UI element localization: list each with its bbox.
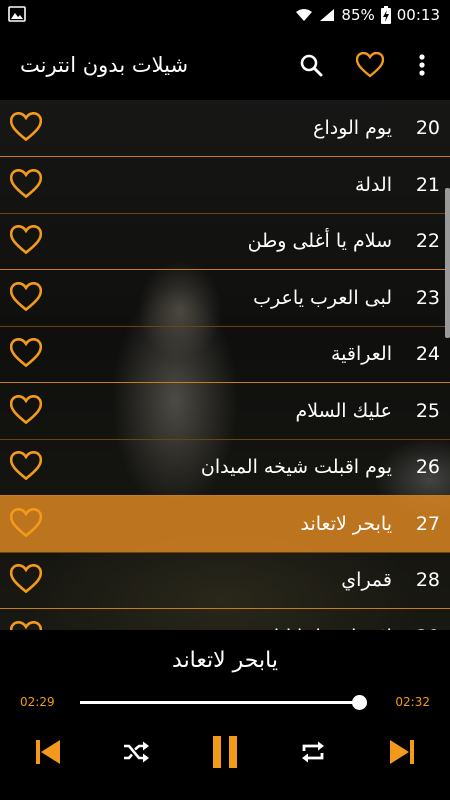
shuffle-icon[interactable] xyxy=(116,730,156,774)
favorite-heart-icon[interactable] xyxy=(9,111,43,144)
track-title: يوم اقبلت شيخه الميدان xyxy=(200,456,392,478)
track-number: 29 xyxy=(400,609,440,631)
track-row[interactable]: عليك السلام 25 xyxy=(0,382,450,440)
track-row[interactable]: سلام يا أغلى وطن 22 xyxy=(0,213,450,270)
track-row[interactable]: يابحر لاتعاند 27 xyxy=(0,495,450,553)
app-bar: شيلات بدون انترنت xyxy=(0,30,450,100)
track-number: 20 xyxy=(415,117,440,139)
track-row[interactable]: لاتقولون لحايلنا 29 xyxy=(0,608,450,631)
battery-percent: 85% xyxy=(341,6,375,24)
repeat-icon[interactable] xyxy=(293,730,333,774)
track-title: الدلة xyxy=(354,173,392,196)
player-panel: يابحر لاتعاند 02:29 02:32 xyxy=(0,630,450,800)
favorite-heart-icon[interactable] xyxy=(9,168,43,201)
now-playing-title: يابحر لاتعاند xyxy=(172,648,278,673)
track-title: عليك السلام xyxy=(295,399,392,422)
seek-bar[interactable] xyxy=(80,695,368,710)
favorite-heart-icon[interactable] xyxy=(9,394,43,427)
track-number: 26 xyxy=(415,456,440,478)
favorite-heart-icon[interactable] xyxy=(9,337,43,370)
favorite-heart-icon[interactable] xyxy=(9,507,43,540)
more-vert-icon[interactable] xyxy=(407,50,437,80)
track-title: قمراي xyxy=(341,569,392,591)
track-row[interactable]: يوم الوداع 20 xyxy=(0,100,450,157)
total-time: 02:32 xyxy=(395,695,430,709)
pause-icon[interactable] xyxy=(205,730,245,774)
signal-icon xyxy=(319,8,335,22)
favorite-heart-icon[interactable] xyxy=(9,281,43,314)
track-title: العراقية xyxy=(331,343,392,365)
track-number: 24 xyxy=(415,343,440,365)
track-row[interactable]: لبى العرب ياعرب 23 xyxy=(0,269,450,327)
status-bar: 85% 00:13 xyxy=(0,0,450,30)
track-row[interactable]: العراقية 24 xyxy=(0,326,450,383)
track-number: 23 xyxy=(415,286,440,309)
current-time: 02:29 xyxy=(20,695,55,709)
favorite-heart-icon[interactable] xyxy=(9,563,43,596)
favorite-heart-icon[interactable] xyxy=(9,620,43,630)
scrollbar-thumb[interactable] xyxy=(445,188,450,338)
track-title: يابحر لاتعاند xyxy=(300,512,393,535)
gallery-notification-icon xyxy=(8,6,26,26)
track-list[interactable]: يوم الوداع 20 الدلة 21 سلام يا أغلى وطن 22 لبى… xyxy=(0,100,450,630)
track-title: لاتقولون لحايلنا xyxy=(274,609,392,631)
track-row[interactable]: الدلة 21 xyxy=(0,156,450,214)
wifi-icon xyxy=(295,8,313,22)
track-title: سلام يا أغلى وطن xyxy=(247,230,392,252)
track-number: 28 xyxy=(415,569,440,591)
track-title: يوم الوداع xyxy=(313,117,392,139)
search-icon[interactable] xyxy=(296,50,326,80)
next-icon[interactable] xyxy=(382,730,422,774)
favorite-heart-icon[interactable] xyxy=(9,224,43,257)
track-number: 22 xyxy=(415,230,440,252)
seek-handle[interactable] xyxy=(352,695,368,710)
track-row[interactable]: قمراي 28 xyxy=(0,552,450,609)
battery-charging-icon xyxy=(380,6,391,24)
previous-icon[interactable] xyxy=(28,730,68,774)
seek-progress xyxy=(80,701,360,704)
track-title: لبى العرب ياعرب xyxy=(253,286,392,309)
favorite-heart-icon[interactable] xyxy=(9,450,43,483)
track-number: 25 xyxy=(415,399,440,422)
track-number: 21 xyxy=(415,173,440,196)
track-row[interactable]: يوم اقبلت شيخه الميدان 26 xyxy=(0,439,450,496)
favorites-heart-icon[interactable] xyxy=(355,50,385,80)
track-number: 27 xyxy=(415,512,440,535)
clock: 00:13 xyxy=(396,6,440,24)
app-title: شيلات بدون انترنت xyxy=(20,53,189,77)
